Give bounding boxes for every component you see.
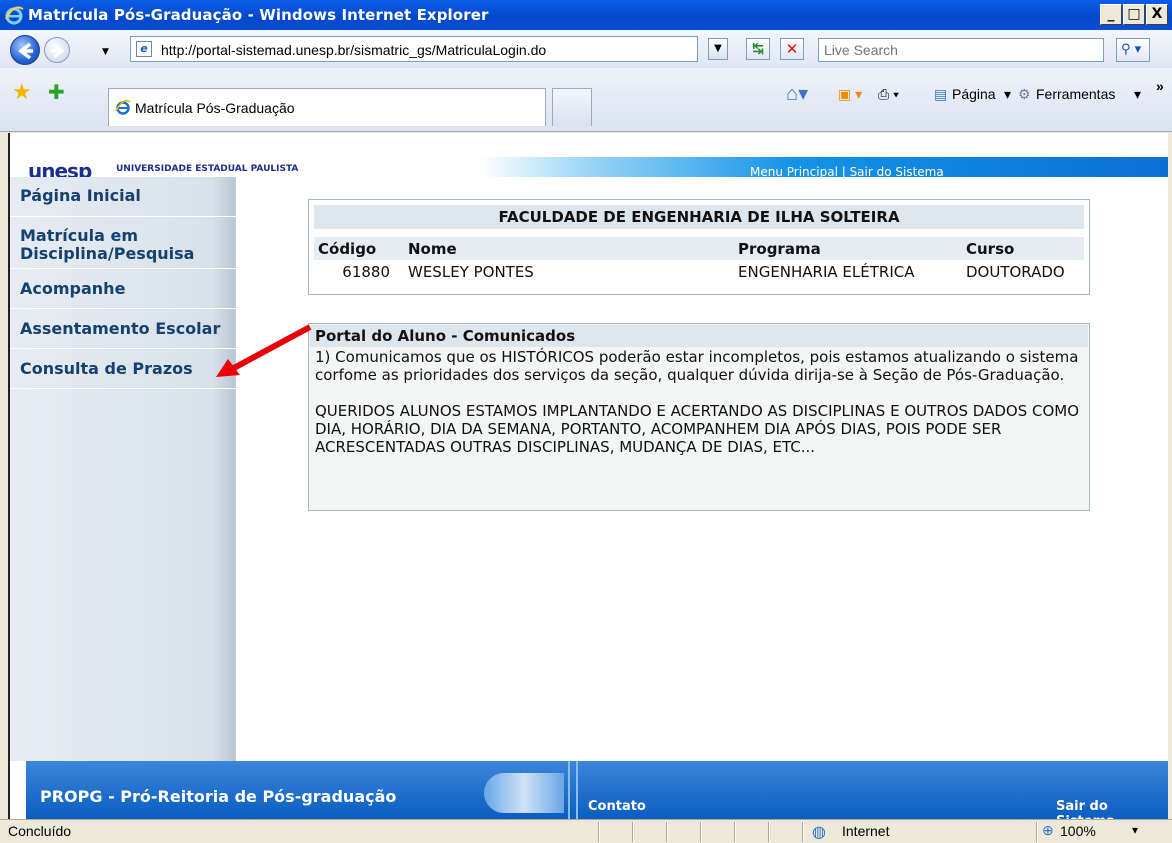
window-title: Matrícula Pós-Graduação - Windows Intern… [28, 6, 489, 24]
faculty-title: FACULDADE DE ENGENHARIA DE ILHA SOLTEIRA [314, 205, 1084, 229]
new-tab-button[interactable] [552, 88, 592, 126]
stop-icon[interactable]: ✕ [780, 38, 804, 60]
tools-menu[interactable]: Ferramentas [1036, 86, 1115, 102]
search-icon[interactable]: ⚲ ▾ [1116, 38, 1150, 62]
column-header: Programa [734, 237, 962, 260]
address-bar[interactable]: e http://portal-sistemad.unesp.br/sismat… [130, 36, 698, 62]
more-commands-chevron-icon[interactable]: » [1156, 78, 1164, 94]
maximize-button[interactable]: □ [1123, 4, 1145, 25]
student-table: Código Nome Programa Curso 61880 WESLEY … [314, 237, 1084, 284]
zoom-level[interactable]: 100% [1060, 823, 1096, 839]
browser-window: Matrícula Pós-Graduação - Windows Intern… [0, 0, 1172, 843]
title-bar: Matrícula Pós-Graduação - Windows Intern… [0, 0, 1172, 30]
sidebar-item-matricula[interactable]: Matrícula em Disciplina/Pesquisa [10, 217, 236, 269]
header-menu-links[interactable]: Menu Principal | Sair do Sistema [750, 165, 944, 179]
globe-icon: ◍ [812, 824, 826, 841]
sidebar-item-pagina-inicial[interactable]: Página Inicial [10, 177, 236, 217]
refresh-icon[interactable]: ↹ [746, 38, 770, 60]
security-zone: Internet [842, 823, 890, 839]
notice-paragraph: QUERIDOS ALUNOS ESTAMOS IMPLANTANDO E AC… [315, 402, 1080, 456]
status-divider [1036, 822, 1038, 842]
status-divider [802, 822, 804, 842]
student-info-panel: FACULDADE DE ENGENHARIA DE ILHA SOLTEIRA… [308, 199, 1090, 295]
red-arrow-annotation [216, 324, 312, 377]
student-program: ENGENHARIA ELÉTRICA [738, 263, 915, 281]
logout-link[interactable]: Sair do Sistema [1056, 799, 1168, 819]
favorites-star-icon[interactable]: ★ [12, 80, 32, 105]
tab-title: Matrícula Pós-Graduação [135, 100, 295, 116]
contact-link[interactable]: Contato [588, 799, 646, 814]
sidebar-item-acompanhe[interactable]: Acompanhe [10, 269, 236, 309]
ie-tab-icon [115, 99, 131, 115]
forward-button[interactable] [44, 37, 70, 63]
page-viewport: unesp UNIVERSIDADE ESTADUAL PAULISTA Men… [8, 133, 1168, 819]
university-name: UNIVERSIDADE ESTADUAL PAULISTA [116, 164, 299, 174]
status-divider [768, 822, 770, 842]
address-toolbar: ▼ e http://portal-sistemad.unesp.br/sism… [0, 30, 1172, 68]
column-header: Nome [404, 237, 734, 260]
zoom-dropdown-icon[interactable]: ▾ [1132, 823, 1138, 837]
status-text: Concluído [8, 823, 72, 839]
notices-title: Portal do Aluno - Comunicados [310, 325, 1088, 347]
column-header: Curso [962, 237, 1084, 260]
tools-gear-icon: ⚙ [1018, 86, 1031, 102]
back-button[interactable] [10, 35, 40, 65]
table-header-row: Código Nome Programa Curso [314, 237, 1084, 260]
site-footer: PROPG - Pró-Reitoria de Pós-graduação Co… [26, 761, 1168, 819]
ie-logo-icon [5, 6, 24, 25]
back-arrow-icon [18, 42, 33, 60]
status-divider [632, 822, 634, 842]
recent-pages-dropdown[interactable]: ▼ [102, 47, 109, 57]
footer-logo-graphic [484, 773, 564, 813]
tab-bar: ★ ✚ Matrícula Pós-Graduação ⌂▾ ▣ ▾ ⎙ ▾ ▤… [0, 68, 1172, 132]
zoom-icon: ⊕ [1042, 822, 1054, 838]
column-header: Código [314, 237, 404, 260]
status-divider [666, 822, 668, 842]
status-divider [700, 822, 702, 842]
home-icon[interactable]: ⌂▾ [786, 81, 808, 106]
tab-current[interactable]: Matrícula Pós-Graduação [108, 88, 546, 126]
feeds-icon[interactable]: ▣ ▾ [838, 86, 862, 103]
minimize-button[interactable]: _ [1100, 4, 1122, 25]
print-icon[interactable]: ⎙ ▾ [878, 86, 899, 103]
forward-arrow-icon [51, 43, 65, 59]
site-header: unesp UNIVERSIDADE ESTADUAL PAULISTA Men… [10, 133, 1168, 183]
footer-title: PROPG - Pró-Reitoria de Pós-graduação [40, 787, 397, 806]
status-divider [598, 822, 600, 842]
student-name: WESLEY PONTES [408, 263, 534, 281]
url-text[interactable]: http://portal-sistemad.unesp.br/sismatri… [161, 42, 546, 58]
page-menu-icon: ▤ [934, 86, 948, 102]
search-box[interactable] [818, 38, 1104, 62]
status-divider [734, 822, 736, 842]
student-course: DOUTORADO [966, 263, 1065, 281]
sidebar: Página Inicial Matrícula em Disciplina/P… [10, 177, 236, 761]
add-favorite-icon[interactable]: ✚ [48, 80, 65, 104]
search-input[interactable] [819, 39, 1103, 61]
status-bar: Concluído ◍ Internet ⊕ 100% ▾ [0, 819, 1172, 843]
sidebar-item-consulta-prazos[interactable]: Consulta de Prazos [10, 349, 236, 389]
page-menu-chevron-icon: ▾ [1004, 86, 1012, 102]
close-button[interactable]: X [1146, 4, 1168, 25]
notices-panel: Portal do Aluno - Comunicados 1) Comunic… [308, 323, 1090, 511]
page-menu[interactable]: Página [952, 86, 996, 102]
sidebar-item-assentamento[interactable]: Assentamento Escolar [10, 309, 236, 349]
notices-body: 1) Comunicamos que os HISTÓRICOS poderão… [315, 348, 1085, 456]
address-dropdown[interactable]: ▼ [708, 38, 728, 60]
footer-divider [568, 761, 578, 819]
notice-paragraph: 1) Comunicamos que os HISTÓRICOS poderão… [315, 348, 1079, 384]
student-code: 61880 [342, 263, 390, 281]
tools-menu-chevron-icon: ▾ [1134, 86, 1142, 102]
page-icon: e [136, 41, 152, 57]
table-row: 61880 WESLEY PONTES ENGENHARIA ELÉTRICA … [314, 260, 1084, 284]
